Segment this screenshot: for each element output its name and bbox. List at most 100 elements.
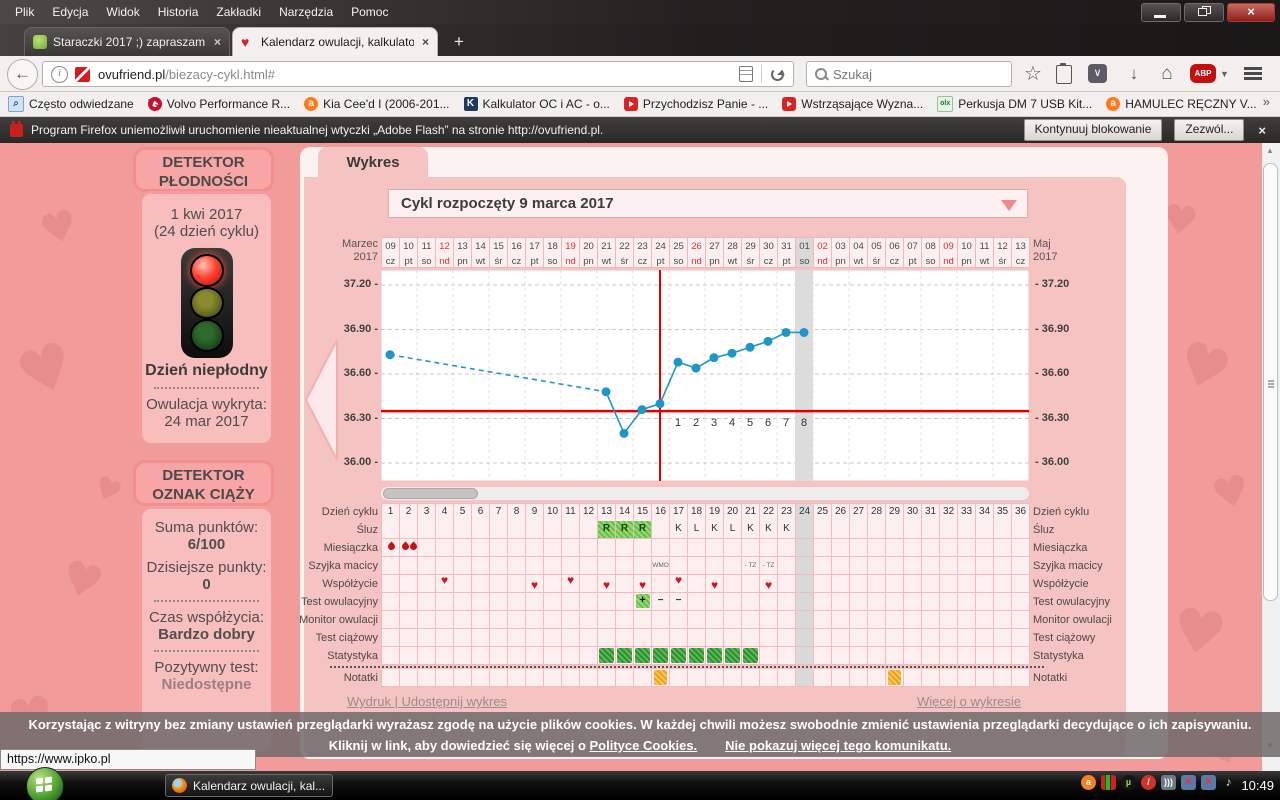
grid-cell[interactable] xyxy=(562,593,580,611)
grid-cell[interactable] xyxy=(940,593,958,611)
grid-cell[interactable] xyxy=(940,629,958,647)
bookmark-2[interactable]: VSVolvo Performance R... xyxy=(148,97,290,111)
grid-cell[interactable] xyxy=(652,575,670,593)
grid-cell[interactable] xyxy=(418,557,436,575)
grid-cell[interactable] xyxy=(1012,521,1030,539)
grid-cell[interactable] xyxy=(904,669,922,687)
grid-cell[interactable] xyxy=(616,593,634,611)
grid-cell[interactable]: ♥ xyxy=(760,575,778,593)
grid-cell[interactable] xyxy=(526,647,544,665)
grid-cell[interactable] xyxy=(400,575,418,593)
grid-cell[interactable] xyxy=(976,629,994,647)
print-share-link[interactable]: Wydruk | Udostępnij wykres xyxy=(347,694,507,709)
cookie-dismiss-link[interactable]: Nie pokazuj więcej tego komunikatu. xyxy=(725,738,951,753)
grid-cell[interactable] xyxy=(724,575,742,593)
grid-cell[interactable] xyxy=(616,611,634,629)
grid-cell[interactable] xyxy=(454,669,472,687)
grid-cell[interactable] xyxy=(562,539,580,557)
grid-cell[interactable] xyxy=(796,521,814,539)
pocket-icon[interactable]: ∨ xyxy=(1088,61,1107,83)
grid-cell[interactable] xyxy=(868,593,886,611)
chart-horizontal-scrollbar[interactable] xyxy=(381,487,1029,500)
grid-cell[interactable] xyxy=(670,611,688,629)
grid-cell[interactable] xyxy=(418,575,436,593)
grid-cell[interactable] xyxy=(976,669,994,687)
grid-cell[interactable] xyxy=(580,557,598,575)
grid-cell[interactable] xyxy=(616,629,634,647)
grid-cell[interactable] xyxy=(958,521,976,539)
grid-cell[interactable] xyxy=(490,669,508,687)
tab-2[interactable]: ♥Kalendarz owulacji, kalkulator...× xyxy=(232,27,438,56)
downloads-icon[interactable]: ↓ xyxy=(1124,61,1144,87)
grid-cell[interactable] xyxy=(904,629,922,647)
grid-cell[interactable]: WMO xyxy=(652,557,670,575)
grid-cell[interactable] xyxy=(886,669,904,687)
grid-cell[interactable] xyxy=(832,611,850,629)
grid-cell[interactable] xyxy=(436,521,454,539)
grid-cell[interactable] xyxy=(562,521,580,539)
grid-cell[interactable] xyxy=(508,557,526,575)
page-scrollbar[interactable]: ▲ ▼ xyxy=(1262,143,1280,771)
grid-cell[interactable]: ♥ xyxy=(634,575,652,593)
grid-cell[interactable] xyxy=(994,521,1012,539)
grid-cell[interactable] xyxy=(976,647,994,665)
grid-cell[interactable]: ♥ xyxy=(526,575,544,593)
grid-cell[interactable] xyxy=(850,539,868,557)
grid-cell[interactable] xyxy=(742,593,760,611)
grid-cell[interactable] xyxy=(850,557,868,575)
tab-1[interactable]: Staraczki 2017 ;) zapraszam! ...× xyxy=(24,27,230,56)
grid-cell[interactable] xyxy=(562,629,580,647)
grid-cell[interactable] xyxy=(508,575,526,593)
grid-cell[interactable] xyxy=(994,647,1012,665)
grid-cell[interactable] xyxy=(382,647,400,665)
grid-cell[interactable] xyxy=(814,629,832,647)
grid-cell[interactable] xyxy=(814,521,832,539)
grid-cell[interactable] xyxy=(670,669,688,687)
grid-cell[interactable] xyxy=(508,539,526,557)
grid-cell[interactable] xyxy=(1012,647,1030,665)
grid-cell[interactable] xyxy=(400,647,418,665)
grid-cell[interactable] xyxy=(436,629,454,647)
grid-cell[interactable] xyxy=(796,539,814,557)
grid-cell[interactable] xyxy=(742,575,760,593)
grid-cell[interactable] xyxy=(418,611,436,629)
grid-cell[interactable] xyxy=(1012,539,1030,557)
grid-cell[interactable] xyxy=(994,593,1012,611)
grid-cell[interactable] xyxy=(526,557,544,575)
grid-cell[interactable] xyxy=(634,669,652,687)
grid-cell[interactable] xyxy=(454,647,472,665)
back-button[interactable]: ← xyxy=(7,59,38,90)
cookie-policy-link[interactable]: Polityce Cookies. xyxy=(590,738,698,753)
grid-cell[interactable] xyxy=(634,611,652,629)
grid-cell[interactable]: L xyxy=(688,521,706,539)
grid-cell[interactable] xyxy=(382,521,400,539)
grid-cell[interactable] xyxy=(616,647,634,665)
grid-cell[interactable] xyxy=(958,669,976,687)
grid-cell[interactable] xyxy=(580,521,598,539)
grid-cell[interactable] xyxy=(994,539,1012,557)
grid-cell[interactable] xyxy=(418,647,436,665)
grid-cell[interactable] xyxy=(508,593,526,611)
grid-cell[interactable] xyxy=(580,647,598,665)
grid-cell[interactable] xyxy=(580,593,598,611)
grid-cell[interactable] xyxy=(850,521,868,539)
search-field[interactable] xyxy=(806,61,1012,87)
adblock-caret-icon[interactable]: ▼ xyxy=(1220,61,1229,87)
grid-cell[interactable] xyxy=(724,593,742,611)
grid-cell[interactable] xyxy=(400,629,418,647)
grid-cell[interactable] xyxy=(454,593,472,611)
close-button[interactable]: × xyxy=(1227,3,1275,22)
grid-cell[interactable]: K xyxy=(778,521,796,539)
grid-cell[interactable] xyxy=(418,521,436,539)
grid-cell[interactable] xyxy=(490,557,508,575)
grid-cell[interactable] xyxy=(760,669,778,687)
grid-cell[interactable] xyxy=(652,521,670,539)
grid-cell[interactable] xyxy=(598,629,616,647)
grid-cell[interactable] xyxy=(850,575,868,593)
grid-cell[interactable] xyxy=(742,669,760,687)
grid-cell[interactable] xyxy=(472,557,490,575)
grid-cell[interactable] xyxy=(400,521,418,539)
grid-cell[interactable] xyxy=(832,647,850,665)
grid-cell[interactable] xyxy=(652,629,670,647)
grid-cell[interactable] xyxy=(400,611,418,629)
